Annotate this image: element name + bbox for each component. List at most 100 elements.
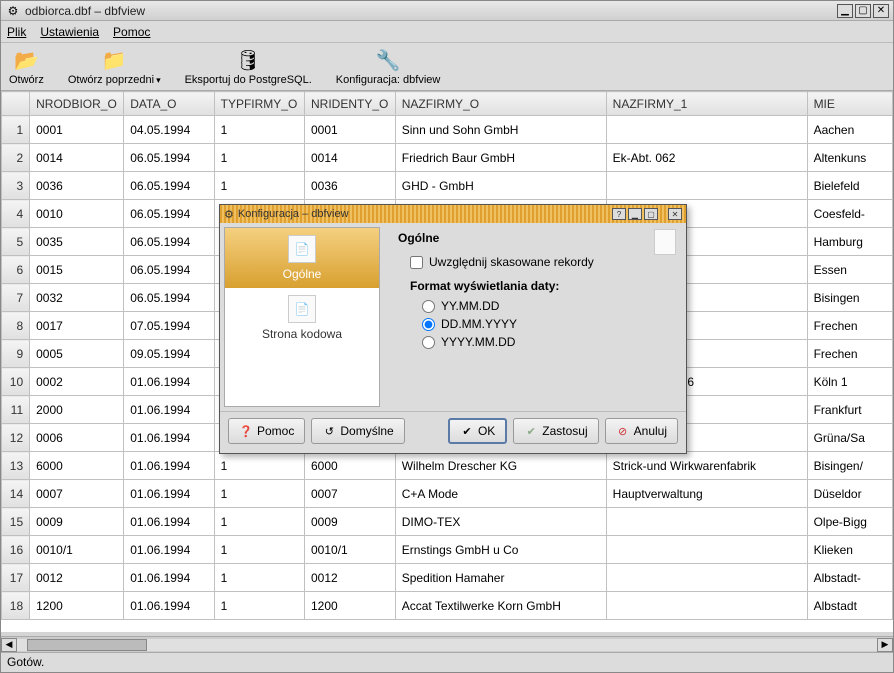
cell[interactable]: 06.05.1994 <box>124 172 214 200</box>
cell[interactable]: 2000 <box>30 396 124 424</box>
cell[interactable]: Düseldor <box>807 480 892 508</box>
cell[interactable]: 0007 <box>305 480 396 508</box>
menu-settings[interactable]: Ustawienia <box>40 25 99 39</box>
cell[interactable]: Frechen <box>807 312 892 340</box>
cell[interactable]: DIMO-TEX <box>395 508 606 536</box>
table-row[interactable]: 2001406.05.199410014Friedrich Baur GmbHE… <box>2 144 893 172</box>
cell[interactable]: 06.05.1994 <box>124 256 214 284</box>
cell[interactable] <box>606 564 807 592</box>
cell[interactable]: Ek-Abt. 062 <box>606 144 807 172</box>
apply-button[interactable]: ✔Zastosuj <box>513 418 598 444</box>
maximize-button[interactable]: ▢ <box>855 4 871 18</box>
radio-ddmmyyyy-input[interactable] <box>422 318 435 331</box>
cell[interactable]: Wilhelm Drescher KG <box>395 452 606 480</box>
table-row[interactable]: 3003606.05.199410036GHD - GmbHBielefeld <box>2 172 893 200</box>
help-button[interactable]: ❓Pomoc <box>228 418 305 444</box>
cell[interactable]: 0035 <box>30 228 124 256</box>
cell[interactable]: Bisingen/ <box>807 452 892 480</box>
scroll-left-button[interactable]: ◀ <box>1 638 17 652</box>
scroll-thumb[interactable] <box>27 639 147 651</box>
table-row[interactable]: 160010/101.06.199410010/1Ernstings GmbH … <box>2 536 893 564</box>
column-header[interactable]: NAZFIRMY_1 <box>606 92 807 116</box>
cell[interactable]: 01.06.1994 <box>124 508 214 536</box>
defaults-button[interactable]: ↺Domyślne <box>311 418 404 444</box>
cell[interactable]: 01.06.1994 <box>124 424 214 452</box>
column-header[interactable]: TYPFIRMY_O <box>214 92 304 116</box>
cell[interactable]: C+A Mode <box>395 480 606 508</box>
cell[interactable]: Essen <box>807 256 892 284</box>
cell[interactable]: 01.06.1994 <box>124 536 214 564</box>
cell[interactable]: 6000 <box>30 452 124 480</box>
cell[interactable]: 06.05.1994 <box>124 144 214 172</box>
cell[interactable]: 01.06.1994 <box>124 368 214 396</box>
cell[interactable]: 0009 <box>30 508 124 536</box>
table-row[interactable]: 15000901.06.199410009DIMO-TEXOlpe-Bigg <box>2 508 893 536</box>
cell[interactable]: 0012 <box>30 564 124 592</box>
cell[interactable]: 0036 <box>30 172 124 200</box>
cell[interactable]: 0036 <box>305 172 396 200</box>
cell[interactable]: Sinn und Sohn GmbH <box>395 116 606 144</box>
cell[interactable]: 06.05.1994 <box>124 228 214 256</box>
sidebar-item-general[interactable]: 📄 Ogólne <box>225 228 379 288</box>
dialog-help-button[interactable]: ? <box>612 208 626 220</box>
cell[interactable]: 1200 <box>30 592 124 620</box>
menu-help[interactable]: Pomoc <box>113 25 150 39</box>
cell[interactable]: 07.05.1994 <box>124 312 214 340</box>
cell[interactable] <box>606 536 807 564</box>
table-row[interactable]: 1000104.05.199410001Sinn und Sohn GmbHAa… <box>2 116 893 144</box>
cell[interactable]: 0001 <box>30 116 124 144</box>
column-header[interactable]: DATA_O <box>124 92 214 116</box>
cell[interactable]: Frechen <box>807 340 892 368</box>
cell[interactable]: Bielefeld <box>807 172 892 200</box>
dialog-close-button[interactable]: ✕ <box>668 208 682 220</box>
column-header[interactable]: NRODBIOR_O <box>30 92 124 116</box>
scroll-track[interactable] <box>17 639 877 651</box>
include-deleted-input[interactable] <box>410 256 423 269</box>
cell[interactable]: Aachen <box>807 116 892 144</box>
cell[interactable]: Grüna/Sa <box>807 424 892 452</box>
ok-button[interactable]: ✔OK <box>448 418 507 444</box>
radio-yyyymmdd-input[interactable] <box>422 336 435 349</box>
toolbar-export-postgresql[interactable]: 🛢 Eksportuj do PostgreSQL. <box>185 48 312 86</box>
column-header[interactable]: NRIDENTY_O <box>305 92 396 116</box>
cell[interactable]: Köln 1 <box>807 368 892 396</box>
cell[interactable]: 0007 <box>30 480 124 508</box>
toolbar-open-previous[interactable]: 📁 Otwórz poprzedni <box>68 48 161 86</box>
toolbar-open[interactable]: 📂 Otwórz <box>9 48 44 86</box>
radio-yymmdd[interactable]: YY.MM.DD <box>422 299 672 313</box>
table-row[interactable]: 14000701.06.199410007C+A ModeHauptverwal… <box>2 480 893 508</box>
menu-file[interactable]: Plik <box>7 25 26 39</box>
sidebar-item-codepage[interactable]: 📄 Strona kodowa <box>225 288 379 348</box>
cell[interactable]: 0010 <box>30 200 124 228</box>
table-row[interactable]: 18120001.06.199411200Accat Textilwerke K… <box>2 592 893 620</box>
cell[interactable]: 1 <box>214 508 304 536</box>
cell[interactable]: 01.06.1994 <box>124 452 214 480</box>
dialog-min-button[interactable]: ▁ <box>628 208 642 220</box>
cell[interactable]: Strick-und Wirkwarenfabrik <box>606 452 807 480</box>
cell[interactable]: Bisingen <box>807 284 892 312</box>
cell[interactable]: 0001 <box>305 116 396 144</box>
cell[interactable]: 0032 <box>30 284 124 312</box>
cell[interactable]: GHD - GmbH <box>395 172 606 200</box>
cell[interactable]: 0014 <box>305 144 396 172</box>
cell[interactable]: 0012 <box>305 564 396 592</box>
cell[interactable]: 1 <box>214 592 304 620</box>
cell[interactable]: Coesfeld- <box>807 200 892 228</box>
cell[interactable]: Ernstings GmbH u Co <box>395 536 606 564</box>
cell[interactable]: Hauptverwaltung <box>606 480 807 508</box>
cell[interactable]: Frankfurt <box>807 396 892 424</box>
cell[interactable]: 1 <box>214 144 304 172</box>
cell[interactable]: 1 <box>214 116 304 144</box>
cell[interactable]: Friedrich Baur GmbH <box>395 144 606 172</box>
cell[interactable]: 0002 <box>30 368 124 396</box>
cancel-button[interactable]: ⊘Anuluj <box>605 418 678 444</box>
cell[interactable]: Olpe-Bigg <box>807 508 892 536</box>
cell[interactable]: 01.06.1994 <box>124 592 214 620</box>
cell[interactable]: 1 <box>214 536 304 564</box>
cell[interactable]: Accat Textilwerke Korn GmbH <box>395 592 606 620</box>
close-button[interactable]: ✕ <box>873 4 889 18</box>
include-deleted-checkbox[interactable]: Uwzględnij skasowane rekordy <box>410 255 672 269</box>
cell[interactable]: 01.06.1994 <box>124 564 214 592</box>
cell[interactable] <box>606 592 807 620</box>
cell[interactable]: 1 <box>214 172 304 200</box>
